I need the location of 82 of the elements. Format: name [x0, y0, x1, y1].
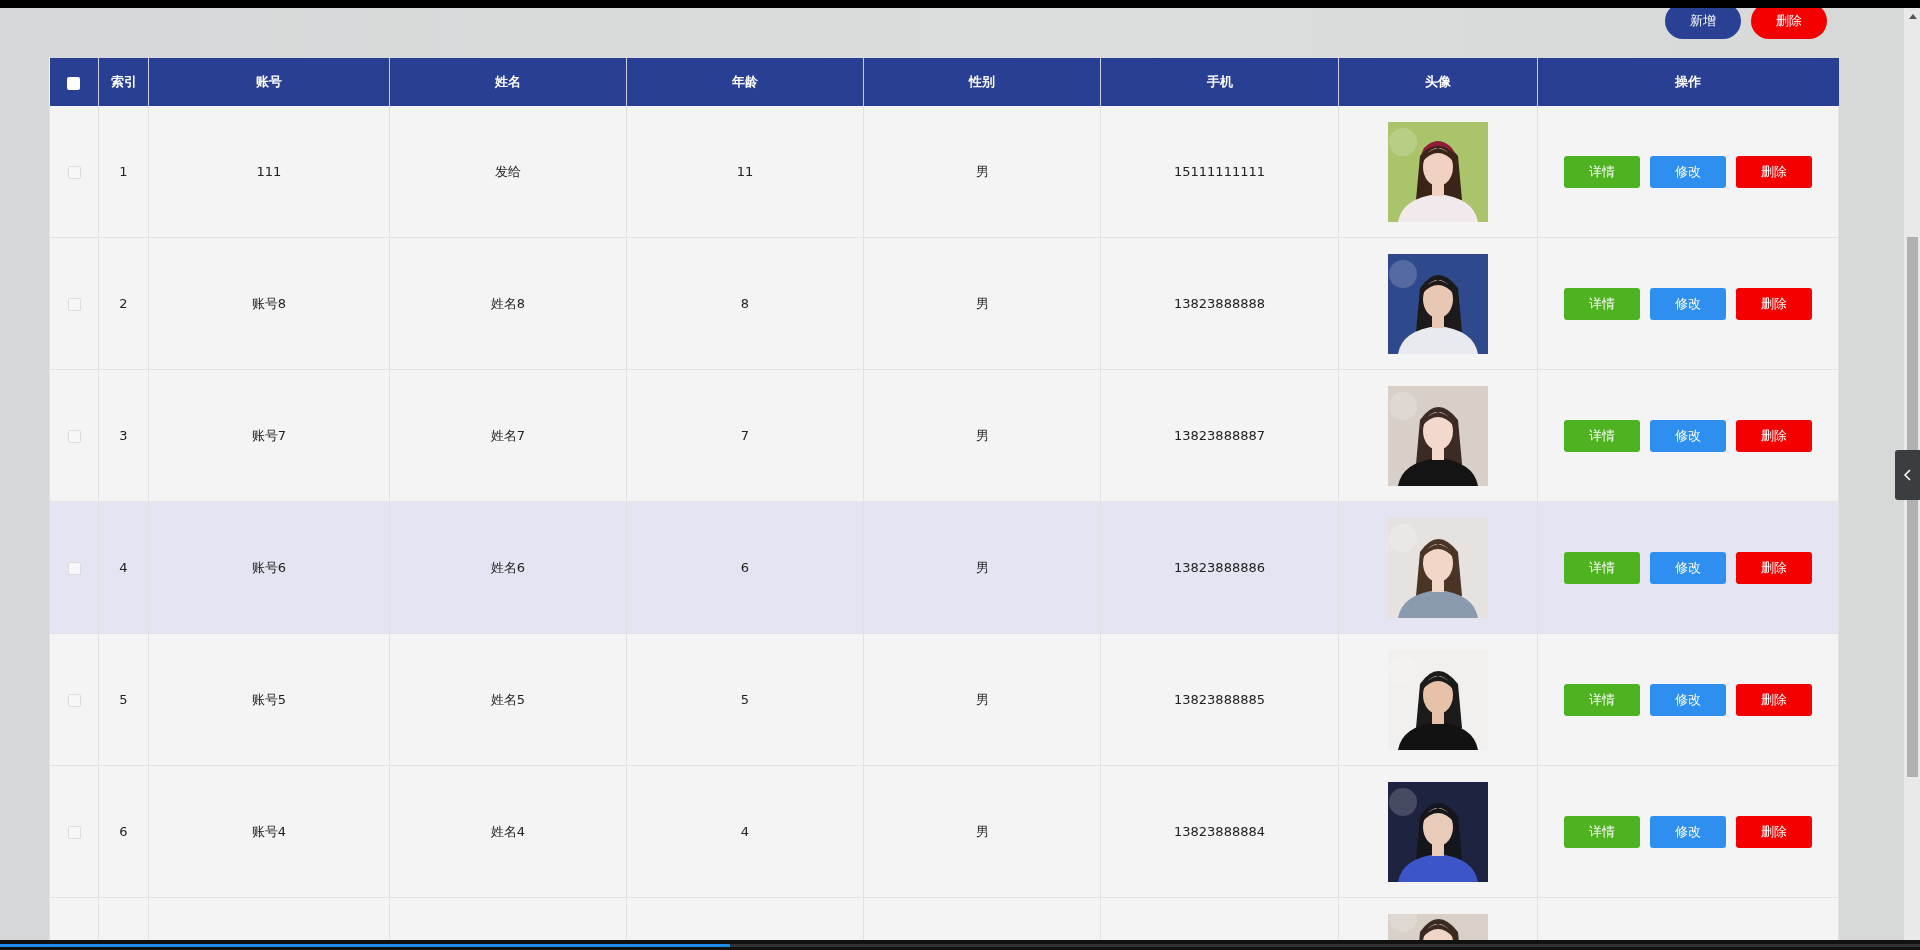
edit-button[interactable]: 修改	[1650, 683, 1726, 716]
table-row[interactable]: 5 账号5 姓名5 5 男 13823888885 详情 修改 删除	[49, 633, 1839, 766]
phone-cell: 13823888888	[1174, 296, 1265, 311]
delete-button[interactable]: 删除	[1736, 815, 1812, 848]
side-tab[interactable]	[1895, 450, 1920, 500]
delete-button[interactable]: 删除	[1736, 419, 1812, 452]
age-cell: 6	[740, 560, 750, 575]
row-checkbox[interactable]	[67, 298, 81, 311]
column-header: 账号	[256, 74, 282, 89]
select-all-checkbox[interactable]	[67, 76, 81, 90]
gender-cell: 男	[975, 691, 989, 707]
index-cell: 1	[119, 164, 128, 179]
edit-button[interactable]: 修改	[1650, 551, 1726, 584]
age-cell: 4	[740, 824, 750, 839]
detail-button[interactable]: 详情	[1564, 287, 1640, 320]
scroll-up-icon[interactable]	[1908, 14, 1917, 19]
edit-button[interactable]: 修改	[1650, 815, 1726, 848]
delete-button[interactable]: 删除	[1736, 287, 1812, 320]
row-checkbox[interactable]	[67, 826, 81, 839]
detail-button[interactable]: 详情	[1564, 155, 1640, 188]
delete-button[interactable]: 删除	[1751, 8, 1827, 39]
phone-cell: 13823888884	[1174, 824, 1265, 839]
age-cell: 11	[736, 164, 754, 179]
row-checkbox[interactable]	[67, 430, 81, 443]
phone-cell: 13823888886	[1174, 560, 1265, 575]
column-header: 操作	[1675, 74, 1702, 89]
gender-cell: 男	[975, 163, 989, 179]
edit-button[interactable]: 修改	[1650, 287, 1726, 320]
row-checkbox[interactable]	[67, 694, 81, 707]
gender-cell: 男	[975, 823, 989, 839]
table-row[interactable]: 2 账号8 姓名8 8 男 13823888888 详情 修改 删除	[49, 237, 1839, 370]
delete-button[interactable]: 删除	[1736, 155, 1812, 188]
account-cell: 账号4	[251, 823, 287, 839]
gender-cell: 男	[975, 559, 989, 575]
table-row[interactable]: 1 111 发给 11 男 15111111111 详情 修改 删除	[49, 106, 1839, 238]
phone-cell: 13823888885	[1174, 692, 1265, 707]
name-cell: 发给	[495, 163, 521, 179]
name-cell: 姓名8	[490, 295, 526, 311]
account-cell: 账号5	[251, 691, 287, 707]
phone-cell: 15111111111	[1174, 164, 1265, 179]
row-checkbox[interactable]	[67, 562, 81, 575]
gender-cell: 男	[975, 295, 989, 311]
add-button[interactable]: 新增	[1665, 8, 1741, 39]
delete-button[interactable]: 删除	[1736, 683, 1812, 716]
column-header: 姓名	[495, 74, 521, 89]
column-header: 年龄	[732, 74, 758, 89]
index-cell: 5	[119, 692, 128, 707]
row-checkbox[interactable]	[67, 166, 81, 179]
detail-button[interactable]: 详情	[1564, 815, 1640, 848]
edit-button[interactable]: 修改	[1650, 419, 1726, 452]
gender-cell: 男	[975, 427, 989, 443]
table-row[interactable]: 3 账号7 姓名7 7 男 13823888887 详情 修改 删除	[49, 369, 1839, 502]
index-cell: 3	[119, 428, 128, 443]
detail-button[interactable]: 详情	[1564, 551, 1640, 584]
chevron-left-icon	[1902, 469, 1913, 481]
account-cell: 111	[256, 164, 282, 179]
column-header: 性别	[969, 74, 995, 89]
account-cell: 账号7	[251, 427, 287, 443]
detail-button[interactable]: 详情	[1564, 419, 1640, 452]
age-cell: 8	[740, 296, 750, 311]
column-header: 头像	[1425, 74, 1451, 89]
account-cell: 账号8	[251, 295, 287, 311]
index-cell: 6	[119, 824, 128, 839]
name-cell: 姓名6	[490, 559, 526, 575]
age-cell: 7	[740, 428, 750, 443]
column-header: 手机	[1206, 74, 1233, 89]
name-cell: 姓名7	[490, 427, 526, 443]
name-cell: 姓名5	[490, 691, 526, 707]
delete-button[interactable]: 删除	[1736, 551, 1812, 584]
scrollbar[interactable]	[1904, 8, 1920, 940]
age-cell: 5	[740, 692, 750, 707]
index-cell: 2	[119, 296, 128, 311]
account-cell: 账号6	[251, 559, 287, 575]
scroll-thumb[interactable]	[1907, 237, 1918, 777]
table-row[interactable]: 6 账号4 姓名4 4 男 13823888884 详情 修改 删除	[49, 765, 1839, 898]
phone-cell: 13823888887	[1174, 428, 1265, 443]
edit-button[interactable]: 修改	[1650, 155, 1726, 188]
table-row[interactable]: 4 账号6 姓名6 6 男 13823888886 详情 修改 删除	[49, 501, 1839, 634]
column-header: 索引	[110, 74, 137, 89]
detail-button[interactable]: 详情	[1564, 683, 1640, 716]
index-cell: 4	[119, 560, 128, 575]
name-cell: 姓名4	[490, 823, 526, 839]
